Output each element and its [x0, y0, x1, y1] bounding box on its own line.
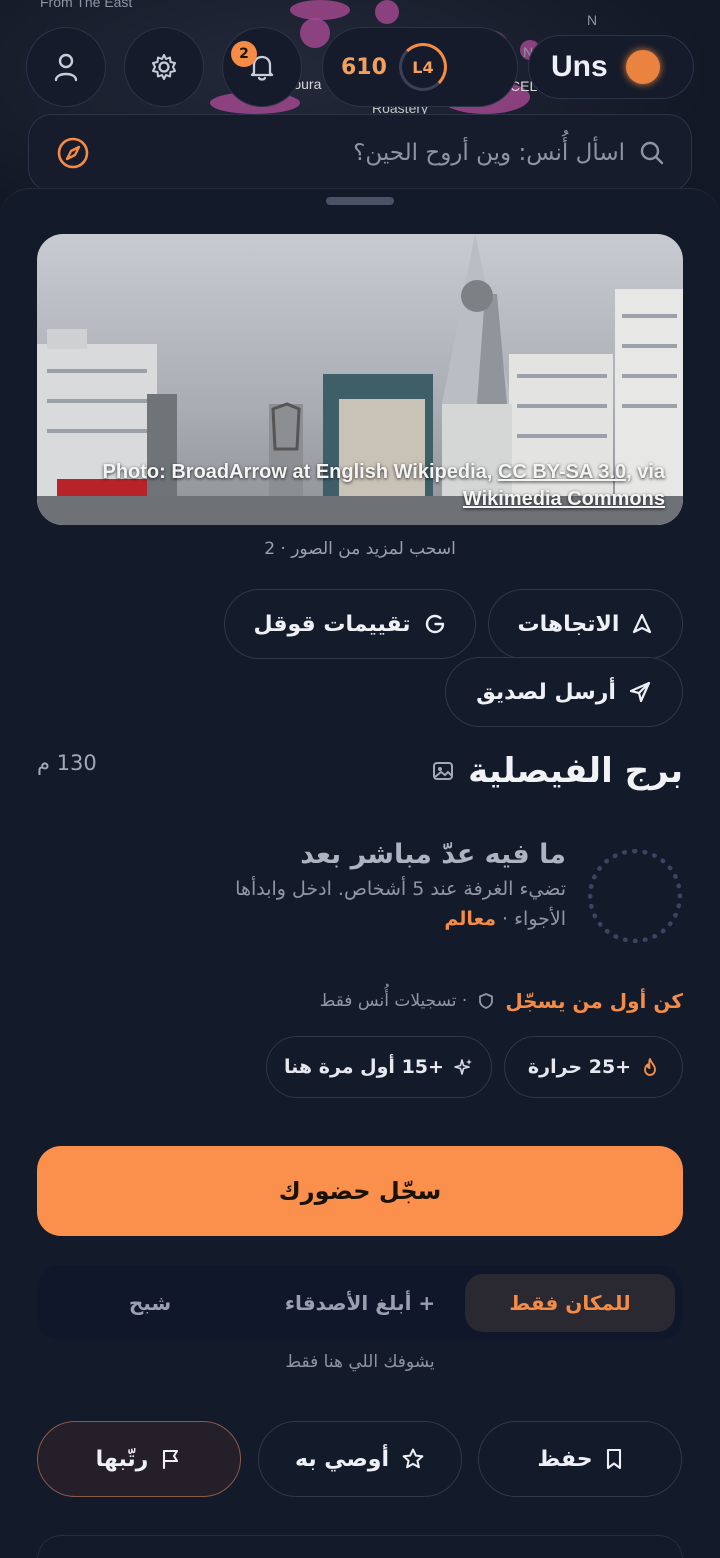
image-icon[interactable]	[432, 760, 454, 782]
directions-label: الاتجاهات	[517, 611, 620, 637]
next-card-edge	[37, 1535, 683, 1558]
points-level-pill[interactable]: 610 L4	[322, 27, 518, 107]
directions-button[interactable]: الاتجاهات	[488, 589, 683, 659]
send-to-friend-label: أرسل لصديق	[476, 679, 616, 705]
bookmark-icon	[606, 1448, 621, 1470]
save-button[interactable]: حفظ	[478, 1421, 682, 1497]
save-label: حفظ	[537, 1446, 593, 1472]
notifications-button[interactable]: 2	[222, 27, 302, 107]
heat-reward-chip: +25 حرارة	[504, 1036, 683, 1098]
flag-icon	[163, 1449, 179, 1470]
photo-credit: Photo: BroadArrow at English Wikipedia, …	[57, 459, 665, 513]
search-input[interactable]: اسأل أُنس: وين أروح الحين؟	[353, 140, 665, 166]
place-sheet: Photo: BroadArrow at English Wikipedia, …	[0, 188, 720, 1558]
photo-credit-prefix: Photo: BroadArrow at English Wikipedia,	[102, 461, 498, 483]
user-avatar-dot	[625, 50, 660, 84]
google-reviews-button[interactable]: تقييمات قوقل	[224, 589, 476, 659]
visibility-hint: يشوفك اللي هنا فقط	[285, 1352, 435, 1372]
map-heat-blob	[375, 0, 399, 24]
place-tags: الأجواء · معالم	[106, 908, 566, 930]
sheet-drag-handle[interactable]	[326, 197, 394, 205]
visibility-selector[interactable]: للمكان فقط + أبلغ الأصدقاء شبح	[37, 1266, 683, 1340]
source-link[interactable]: Wikimedia Commons	[463, 488, 665, 510]
visibility-option-notify-friends[interactable]: + أبلغ الأصدقاء	[255, 1274, 465, 1332]
google-icon	[425, 614, 444, 634]
shield-icon	[479, 993, 494, 1009]
checkin-button[interactable]: سجّل حضورك	[37, 1146, 683, 1236]
send-icon	[629, 681, 651, 703]
tag-landmarks: معالم	[444, 908, 496, 930]
user-icon	[54, 53, 78, 82]
first-time-reward-label: +15 أول مرة هنا	[284, 1056, 444, 1078]
first-checkin-row: كن أول من يسجّل · تسجيلات أُنس فقط	[320, 989, 683, 1013]
license-link[interactable]: CC BY-SA 3.0	[498, 461, 626, 483]
heat-reward-label: +25 حرارة	[527, 1056, 632, 1078]
place-distance: 130 م	[37, 751, 97, 775]
live-count-loader	[588, 849, 682, 943]
settings-button[interactable]	[124, 27, 204, 107]
star-icon	[402, 1448, 424, 1469]
report-button[interactable]: رتّبها	[37, 1421, 241, 1497]
search-placeholder: اسأل أُنس: وين أروح الحين؟	[353, 140, 625, 166]
visibility-option-place-only[interactable]: للمكان فقط	[465, 1274, 675, 1332]
report-label: رتّبها	[95, 1446, 149, 1472]
notification-count-badge: 2	[231, 41, 257, 67]
place-title-row: برج الفيصلية	[432, 751, 683, 791]
flame-icon	[644, 1058, 657, 1076]
photo-swipe-hint: اسحب لمزيد من الصور · 2	[264, 539, 456, 559]
live-count-panel: ما فيه عدّ مباشر بعد تضيء الغرفة عند 5 أ…	[106, 839, 566, 930]
map-heat-blob	[290, 0, 350, 20]
first-time-reward-chip: +15 أول مرة هنا	[266, 1036, 492, 1098]
place-name: برج الفيصلية	[468, 751, 683, 791]
photo-credit-via: , via	[626, 461, 665, 483]
tag-vibes: الأجواء ·	[495, 908, 566, 930]
user-pill[interactable]: Uns	[528, 35, 694, 99]
place-photo[interactable]: Photo: BroadArrow at English Wikipedia, …	[37, 234, 683, 525]
search-icon	[640, 141, 664, 165]
google-reviews-label: تقييمات قوقل	[253, 611, 411, 637]
be-first-label: كن أول من يسجّل	[505, 989, 683, 1013]
visibility-option-ghost[interactable]: شبح	[45, 1274, 255, 1332]
send-to-friend-button[interactable]: أرسل لصديق	[445, 657, 683, 727]
gear-icon	[152, 54, 176, 80]
live-count-text: تضيء الغرفة عند 5 أشخاص. ادخل وابدأها	[235, 878, 566, 900]
navigation-arrow-icon	[633, 613, 652, 634]
profile-button[interactable]	[26, 27, 106, 107]
level-progress-ring: L4	[398, 43, 447, 91]
recommend-label: أوصي به	[295, 1446, 389, 1472]
username: Uns	[551, 50, 608, 83]
map-label: N	[587, 12, 598, 28]
points-value: 610	[341, 54, 387, 80]
map-heat-blob	[300, 18, 330, 48]
live-count-heading: ما فيه عدّ مباشر بعد	[300, 839, 566, 870]
compass-icon[interactable]	[55, 135, 91, 171]
level-label: L4	[412, 57, 434, 77]
uns-only-label: · تسجيلات أُنس فقط	[319, 991, 468, 1011]
recommend-button[interactable]: أوصي به	[258, 1421, 462, 1497]
search-bar[interactable]: اسأل أُنس: وين أروح الحين؟	[28, 114, 692, 192]
map-label: From The East	[40, 0, 133, 10]
sparkle-icon	[454, 1059, 472, 1075]
